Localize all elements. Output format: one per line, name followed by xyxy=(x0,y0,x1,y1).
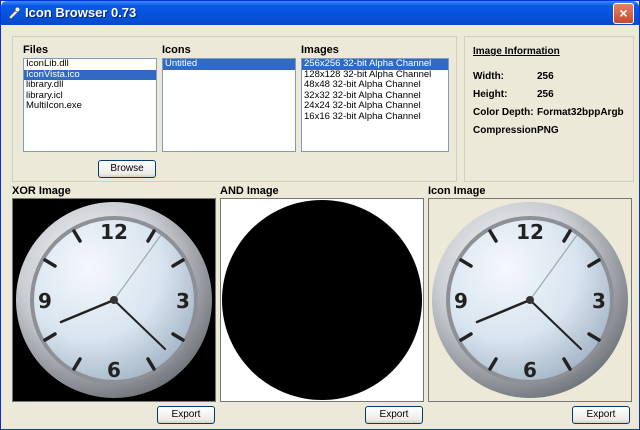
height-label: Height: xyxy=(473,89,508,100)
browser-group: Files IconLib.dll IconVista.ico library.dl… xyxy=(12,36,457,182)
images-list-item[interactable]: 48x48 32-bit Alpha Channel xyxy=(302,79,448,91)
icon-clock-image: 12 3 6 9 xyxy=(432,202,628,398)
color-depth-value: Format32bppArgb xyxy=(537,107,624,118)
info-width-row: Width: 256 xyxy=(473,71,633,83)
icon-numeral-9: 9 xyxy=(454,289,468,313)
compression-label: Compression: xyxy=(473,125,541,136)
icons-label: Icons xyxy=(162,44,191,56)
images-list-item[interactable]: 256x256 32-bit Alpha Channel xyxy=(302,59,448,70)
files-list-item[interactable]: IconLib.dll xyxy=(24,59,156,70)
window-title: Icon Browser 0.73 xyxy=(25,5,137,20)
close-icon: × xyxy=(619,5,628,21)
app-icon xyxy=(8,6,21,20)
images-listbox[interactable]: 256x256 32-bit Alpha Channel 128x128 32-b… xyxy=(301,58,449,152)
xor-numeral-3: 3 xyxy=(176,289,190,313)
files-list-item[interactable]: library.dll xyxy=(24,79,156,91)
and-image-label: AND Image xyxy=(220,185,279,197)
icon-numeral-12: 12 xyxy=(516,220,544,244)
xor-clock-image: 12 3 6 9 xyxy=(16,202,212,398)
width-label: Width: xyxy=(473,71,505,82)
app-window: Icon Browser 0.73 × Files IconLib.dll Ico… xyxy=(0,0,640,430)
images-label: Images xyxy=(301,44,339,56)
width-value: 256 xyxy=(537,71,554,82)
title-bar[interactable]: Icon Browser 0.73 × xyxy=(1,1,639,25)
icon-image-label: Icon Image xyxy=(428,185,486,197)
xor-numeral-9: 9 xyxy=(38,289,52,313)
close-button[interactable]: × xyxy=(613,3,634,24)
color-depth-label: Color Depth: xyxy=(473,107,534,118)
export-xor-button[interactable]: Export xyxy=(157,406,215,424)
files-list-item[interactable]: MultiIcon.exe xyxy=(24,100,156,112)
info-depth-row: Color Depth: Format32bppArgb xyxy=(473,107,633,119)
and-mask-image xyxy=(222,200,422,400)
images-list-item[interactable]: 24x24 32-bit Alpha Channel xyxy=(302,100,448,112)
xor-numeral-12: 12 xyxy=(100,220,128,244)
icon-image-pane: 12 3 6 9 xyxy=(428,198,632,402)
xor-image-label: XOR Image xyxy=(12,185,71,197)
and-image-pane xyxy=(220,198,424,402)
info-height-row: Height: 256 xyxy=(473,89,633,101)
icon-numeral-3: 3 xyxy=(592,289,606,313)
icons-list-item[interactable]: Untitled xyxy=(163,59,295,70)
export-icon-button[interactable]: Export xyxy=(572,406,630,424)
image-info-title: Image Information xyxy=(473,46,560,57)
image-info-group: Image Information Width: 256 Height: 256… xyxy=(464,36,634,182)
files-listbox[interactable]: IconLib.dll IconVista.ico library.dll libra… xyxy=(23,58,157,152)
browse-button[interactable]: Browse xyxy=(98,160,156,178)
images-list-item[interactable]: 16x16 32-bit Alpha Channel xyxy=(302,111,448,123)
main-content: Files IconLib.dll IconVista.ico library.dl… xyxy=(4,28,636,428)
info-compression-row: Compression: PNG xyxy=(473,125,633,137)
height-value: 256 xyxy=(537,89,554,100)
icons-listbox[interactable]: Untitled xyxy=(162,58,296,152)
icon-numeral-6: 6 xyxy=(523,358,537,382)
compression-value: PNG xyxy=(537,125,559,136)
xor-image-pane: 12 3 6 9 xyxy=(12,198,216,402)
files-label: Files xyxy=(23,44,49,56)
xor-numeral-6: 6 xyxy=(107,358,121,382)
export-and-button[interactable]: Export xyxy=(365,406,423,424)
